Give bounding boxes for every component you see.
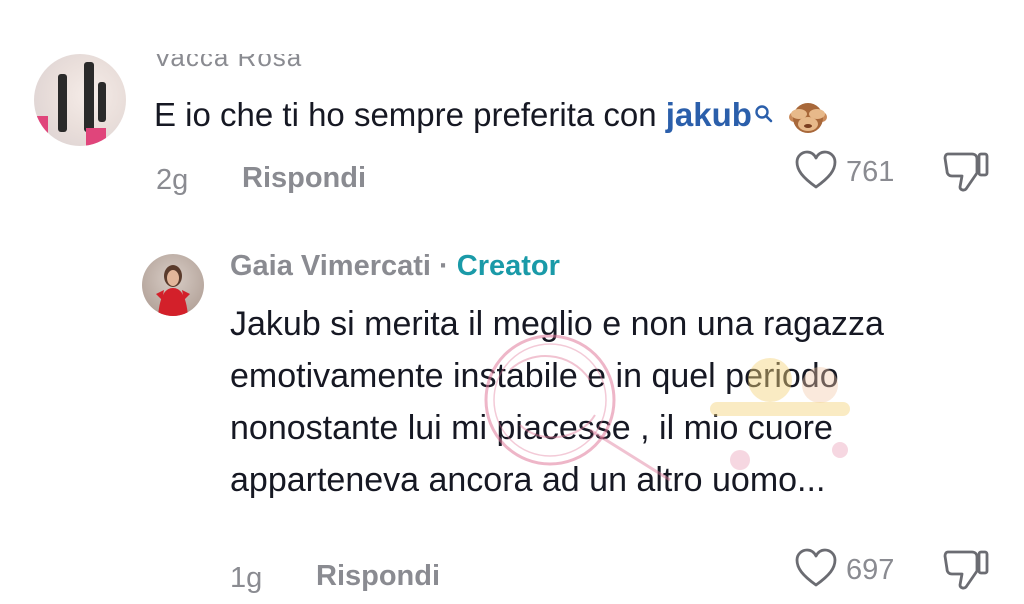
separator-dot: · (430, 250, 457, 282)
heart-icon[interactable] (794, 548, 838, 593)
dislike-button[interactable] (942, 546, 990, 597)
creator-badge: Creator (456, 250, 560, 282)
comment-timestamp: 2g (156, 164, 189, 196)
comment-text: E io che ti ho sempre preferita con jaku… (154, 96, 828, 137)
creator-avatar[interactable] (142, 254, 204, 316)
dislike-button[interactable] (942, 148, 990, 199)
thumbs-down-icon[interactable] (942, 550, 990, 596)
heart-icon[interactable] (794, 150, 838, 195)
like-button[interactable]: 697 (794, 548, 894, 593)
reply-text: Jakub si merita il meglio e non una raga… (230, 305, 884, 499)
commenter-avatar[interactable] (34, 54, 126, 146)
thumbs-down-icon[interactable] (942, 152, 990, 198)
like-button[interactable]: 761 (794, 150, 894, 195)
see-no-evil-monkey-icon (788, 97, 828, 137)
comment-username[interactable]: Vacca Rosa (154, 54, 302, 74)
search-icon[interactable] (754, 94, 774, 132)
reply-button[interactable]: Rispondi (316, 560, 440, 593)
reply-button[interactable]: Rispondi (242, 162, 366, 195)
reply-timestamp: 1g (230, 562, 263, 594)
like-count: 697 (846, 554, 895, 586)
like-count: 761 (846, 156, 895, 188)
comment-body: E io che ti ho sempre preferita con (154, 96, 666, 133)
mention-link[interactable]: jakub (666, 96, 752, 133)
reply-username-line: Gaia Vimercati · Creator (230, 250, 560, 283)
reply-username[interactable]: Gaia Vimercati (230, 250, 431, 282)
